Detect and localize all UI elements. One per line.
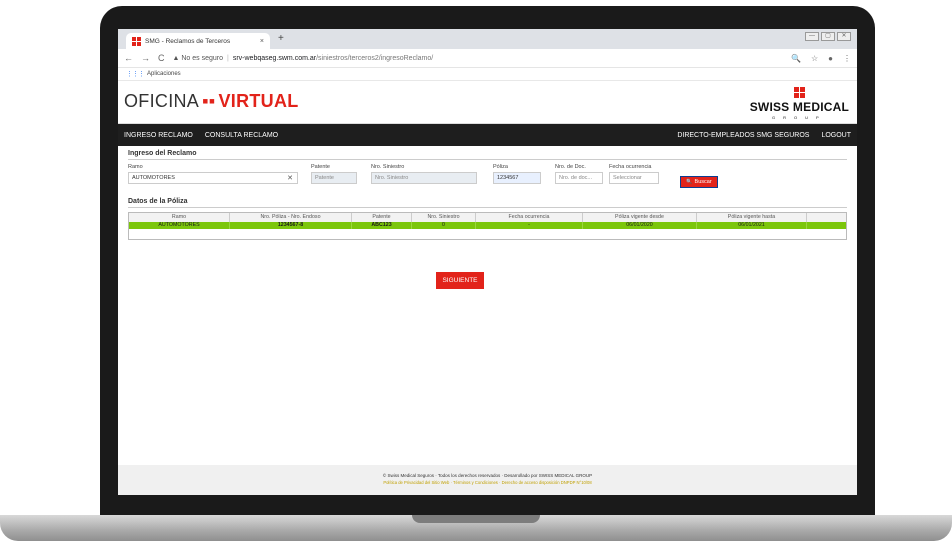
address-bar: ← → C ▲ No es seguro | srv-webqaseg.swm.…: [118, 49, 857, 68]
nav-logout[interactable]: LOGOUT: [821, 132, 851, 139]
siniestro-label: Nro. Siniestro: [371, 164, 405, 170]
fecha-label: Fecha ocurrencia: [609, 164, 652, 170]
col-header: Póliza vigente desde: [583, 213, 697, 222]
bookmarks-bar: ⋮⋮⋮ Aplicaciones: [118, 68, 857, 81]
apps-grid-icon: ⋮⋮⋮: [126, 71, 145, 78]
siguiente-button[interactable]: SIGUIENTE: [436, 272, 484, 289]
cell-vigente-desde: 06/01/2020: [583, 222, 697, 229]
profile-icon[interactable]: ●: [828, 54, 833, 63]
cell-poliza: 1234567-8: [230, 222, 352, 229]
close-tab-icon[interactable]: ×: [260, 38, 264, 45]
poliza-field: Póliza 1234567: [493, 164, 541, 184]
patente-label: Patente: [311, 164, 330, 170]
window-controls: — ▢ ✕: [805, 32, 851, 41]
oficina-virtual-logo[interactable]: OFICINA ▪▪ VIRTUAL: [124, 91, 299, 112]
clear-icon[interactable]: ✕: [287, 174, 293, 182]
search-icon: 🔍: [686, 179, 693, 185]
nav-consulta-reclamo[interactable]: CONSULTA RECLAMO: [205, 132, 278, 139]
patente-input[interactable]: Patente: [311, 172, 357, 184]
fecha-field: Fecha ocurrencia Seleccionar: [609, 164, 659, 184]
poliza-label: Póliza: [493, 164, 508, 170]
patente-field: Patente Patente: [311, 164, 357, 184]
laptop-notch: [412, 515, 540, 523]
fecha-input[interactable]: Seleccionar: [609, 172, 659, 184]
screen: SMG - Reclamos de Terceros × + — ▢ ✕ ← →…: [118, 29, 857, 495]
swiss-medical-logo: SWISS MEDICAL GROUP: [750, 87, 849, 120]
table-row[interactable]: AUTOMOTORES 1234567-8 ABC123 0 - 06/01/2…: [129, 222, 846, 229]
ramo-label: Ramo: [128, 164, 143, 170]
table-header: Ramo Nro. Póliza - Nro. Endoso Patente N…: [129, 213, 846, 222]
cell-ramo: AUTOMOTORES: [129, 222, 230, 229]
siniestro-field: Nro. Siniestro Nro. Siniestro: [371, 164, 477, 184]
site-header: OFICINA ▪▪ VIRTUAL SWISS MEDICAL GROUP: [118, 81, 857, 124]
cell-vigente-hasta: 06/01/2021: [697, 222, 807, 229]
search-form: Ramo AUTOMOTORES ✕ Patente Patente Nro. S…: [128, 164, 847, 198]
reload-icon[interactable]: C: [158, 53, 165, 63]
new-tab-button[interactable]: +: [278, 33, 284, 44]
cell-fecha: -: [476, 222, 583, 229]
ramo-select[interactable]: AUTOMOTORES ✕: [128, 172, 298, 184]
siniestro-input[interactable]: Nro. Siniestro: [371, 172, 477, 184]
bookmark-apps[interactable]: Aplicaciones: [147, 71, 181, 77]
footer-links[interactable]: Política de Privacidad del Sitio Web · T…: [118, 480, 857, 485]
browser-tab-strip: SMG - Reclamos de Terceros × + — ▢ ✕: [118, 29, 857, 49]
url-field[interactable]: ▲ No es seguro | srv-webqaseg.swm.com.ar…: [173, 55, 792, 62]
doc-label: Nro. de Doc.: [555, 164, 586, 170]
menu-icon[interactable]: ⋮: [843, 54, 851, 63]
col-header: Nro. Póliza - Nro. Endoso: [230, 213, 352, 222]
back-icon[interactable]: ←: [124, 53, 133, 63]
url-host: srv-webqaseg.swm.com.ar: [232, 54, 317, 62]
doc-field: Nro. de Doc. Nro. de doc...: [555, 164, 603, 184]
maximize-button[interactable]: ▢: [821, 32, 835, 41]
swiss-medical-cross-icon: [793, 87, 805, 98]
col-header: Ramo: [129, 213, 230, 222]
footer: © Swiss Medical Seguros · Todos los dere…: [118, 465, 857, 495]
col-header: Patente: [352, 213, 412, 222]
col-header: Fecha ocurrencia: [476, 213, 583, 222]
poliza-input[interactable]: 1234567: [493, 172, 541, 184]
forward-icon[interactable]: →: [141, 53, 150, 63]
url-path: /siniestros/terceros2/ingresoReclamo/: [316, 54, 434, 62]
nav-ingreso-reclamo[interactable]: INGRESO RECLAMO: [124, 132, 193, 139]
zoom-icon[interactable]: 🔍: [791, 54, 801, 63]
poliza-section-title: Datos de la Póliza: [128, 198, 847, 208]
minimize-button[interactable]: —: [805, 32, 819, 41]
address-bar-actions: 🔍 ☆ ● ⋮: [791, 54, 851, 63]
main-content: Ingreso del Reclamo Ramo AUTOMOTORES ✕ Pa…: [118, 146, 857, 240]
cell-siniestro: 0: [412, 222, 476, 229]
doc-input[interactable]: Nro. de doc...: [555, 172, 603, 184]
poliza-table: Ramo Nro. Póliza - Nro. Endoso Patente N…: [128, 212, 847, 240]
nav-directo-empleados[interactable]: DIRECTO-EMPLEADOS SMG SEGUROS: [677, 132, 809, 139]
bookmark-star-icon[interactable]: ☆: [811, 54, 818, 63]
col-header: Póliza vigente hasta: [697, 213, 807, 222]
ramo-field: Ramo AUTOMOTORES ✕: [128, 164, 298, 184]
buscar-button[interactable]: 🔍 Buscar: [680, 176, 718, 188]
tab-title: SMG - Reclamos de Terceros: [145, 37, 231, 45]
main-navbar: INGRESO RECLAMO CONSULTA RECLAMO DIRECTO…: [118, 124, 857, 146]
cell-patente: ABC123: [352, 222, 412, 229]
footer-copyright: © Swiss Medical Seguros · Todos los dere…: [382, 473, 593, 478]
ingreso-section-title: Ingreso del Reclamo: [128, 150, 847, 160]
security-warning[interactable]: ▲ No es seguro: [173, 55, 224, 62]
favicon-icon: [132, 36, 141, 46]
browser-tab[interactable]: SMG - Reclamos de Terceros ×: [126, 33, 270, 49]
col-header: Nro. Siniestro: [412, 213, 476, 222]
close-window-button[interactable]: ✕: [837, 32, 851, 41]
